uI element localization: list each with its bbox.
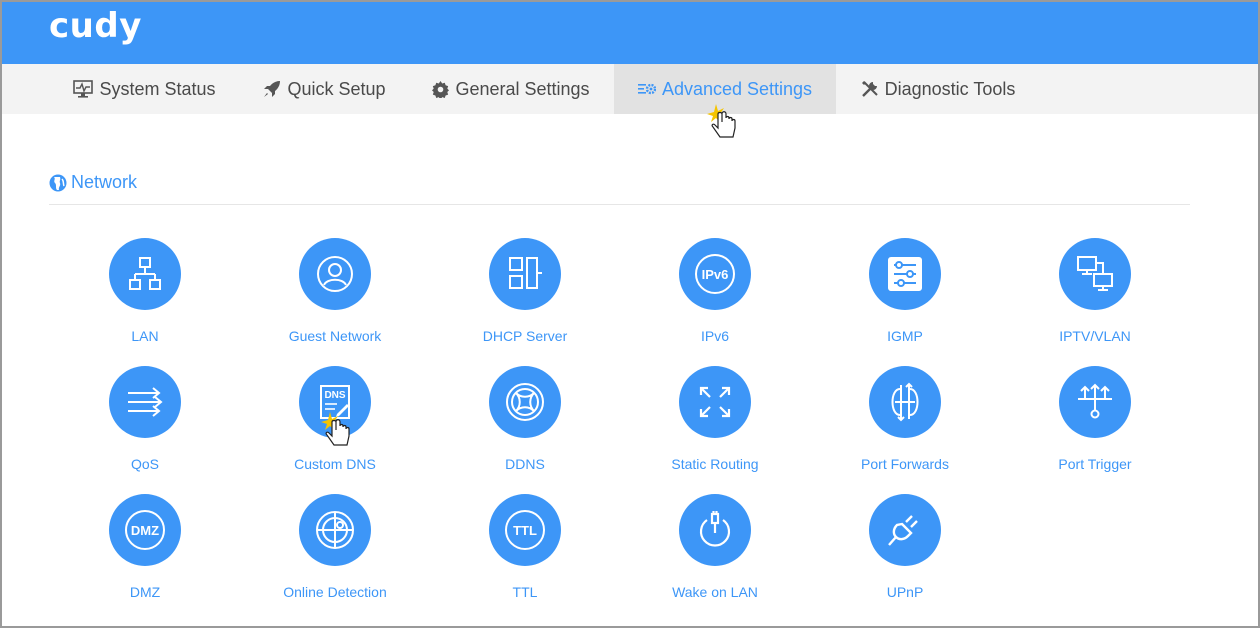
- lan-icon: [109, 238, 181, 310]
- tile-label: Wake on LAN: [672, 584, 758, 600]
- tile-label: Guest Network: [288, 328, 382, 344]
- plug-icon: [869, 494, 941, 566]
- qos-arrows-icon: [109, 366, 181, 438]
- dns-icon: DNS: [299, 366, 371, 438]
- iptv-monitors-icon: [1059, 238, 1131, 310]
- tools-icon: [861, 81, 878, 97]
- tile-label: TTL: [512, 584, 538, 600]
- tile-online-detection[interactable]: Online Detection: [240, 494, 430, 614]
- ttl-icon: TTL: [489, 494, 561, 566]
- tab-general-settings[interactable]: General Settings: [420, 64, 602, 114]
- tile-wake-on-lan[interactable]: Wake on LAN: [620, 494, 810, 614]
- tab-label: Quick Setup: [287, 78, 386, 99]
- tile-label: LAN: [131, 328, 159, 344]
- section-divider: [49, 204, 1190, 205]
- tile-dmz[interactable]: DMZ DMZ: [50, 494, 240, 614]
- tile-ddns[interactable]: DDNS: [430, 366, 620, 486]
- tile-upnp[interactable]: UPnP: [810, 494, 1000, 614]
- dns-icon-text: DNS: [324, 390, 345, 401]
- tab-label: Advanced Settings: [661, 78, 813, 99]
- section-title-text: Network: [71, 172, 138, 192]
- main-nav: System Status Quick Setup General Settin…: [2, 64, 1258, 114]
- tab-advanced-settings[interactable]: Advanced Settings: [614, 64, 836, 114]
- ipv6-icon: IPv6: [679, 238, 751, 310]
- ddns-globe-icon: [489, 366, 561, 438]
- tile-guest-network[interactable]: Guest Network: [240, 238, 430, 358]
- igmp-sliders-icon: [869, 238, 941, 310]
- tile-ttl[interactable]: TTL TTL: [430, 494, 620, 614]
- tile-label: DHCP Server: [482, 328, 568, 344]
- routing-arrows-icon: [679, 366, 751, 438]
- top-header: cudy: [2, 2, 1258, 64]
- tile-igmp[interactable]: IGMP: [810, 238, 1000, 358]
- tile-label: Online Detection: [283, 584, 387, 600]
- tile-port-forwards[interactable]: Port Forwards: [810, 366, 1000, 486]
- tile-port-trigger[interactable]: Port Trigger: [1000, 366, 1190, 486]
- dmz-icon: DMZ: [109, 494, 181, 566]
- tile-qos[interactable]: QoS: [50, 366, 240, 486]
- tab-label: System Status: [99, 78, 216, 99]
- tile-lan[interactable]: LAN: [50, 238, 240, 358]
- tile-static-routing[interactable]: Static Routing: [620, 366, 810, 486]
- tile-label: Port Trigger: [1058, 456, 1132, 472]
- tab-quick-setup[interactable]: Quick Setup: [247, 64, 402, 114]
- tab-label: Diagnostic Tools: [884, 78, 1016, 99]
- sliders-gear-icon: [637, 83, 656, 95]
- tile-label: IPv6: [700, 328, 729, 344]
- guest-user-icon: [299, 238, 371, 310]
- tile-label: DDNS: [505, 456, 545, 472]
- tab-diagnostic-tools[interactable]: Diagnostic Tools: [848, 64, 1028, 114]
- tile-label: DMZ: [129, 584, 161, 600]
- port-forward-icon: [869, 366, 941, 438]
- dmz-icon-text: DMZ: [131, 523, 159, 538]
- section-title-network: Network: [49, 172, 137, 193]
- rocket-icon: [264, 81, 281, 97]
- tile-dhcp-server[interactable]: DHCP Server: [430, 238, 620, 358]
- online-detection-icon: [299, 494, 371, 566]
- tab-label: General Settings: [455, 78, 590, 99]
- tab-system-status[interactable]: System Status: [62, 64, 227, 114]
- tile-label: IPTV/VLAN: [1059, 328, 1131, 344]
- ttl-icon-text: TTL: [513, 523, 537, 538]
- globe-icon: [49, 174, 67, 191]
- tile-label: Port Forwards: [861, 456, 949, 472]
- ipv6-icon-text: IPv6: [702, 267, 729, 282]
- cudy-logo[interactable]: cudy: [49, 6, 142, 46]
- tile-label: QoS: [130, 456, 159, 472]
- dhcp-icon: [489, 238, 561, 310]
- tile-ipv6[interactable]: IPv6 IPv6: [620, 238, 810, 358]
- tile-label: IGMP: [887, 328, 923, 344]
- gear-icon: [432, 80, 450, 98]
- tile-label: Custom DNS: [294, 456, 376, 472]
- tile-iptv-vlan[interactable]: IPTV/VLAN: [1000, 238, 1190, 358]
- power-plug-icon: [679, 494, 751, 566]
- tile-custom-dns[interactable]: DNS Custom DNS: [240, 366, 430, 486]
- port-trigger-icon: [1059, 366, 1131, 438]
- router-admin-window: cudy System Status Quick Setup General S…: [0, 0, 1260, 628]
- tile-label: Static Routing: [671, 456, 759, 472]
- tile-label: UPnP: [886, 584, 924, 600]
- monitor-pulse-icon: [73, 80, 94, 98]
